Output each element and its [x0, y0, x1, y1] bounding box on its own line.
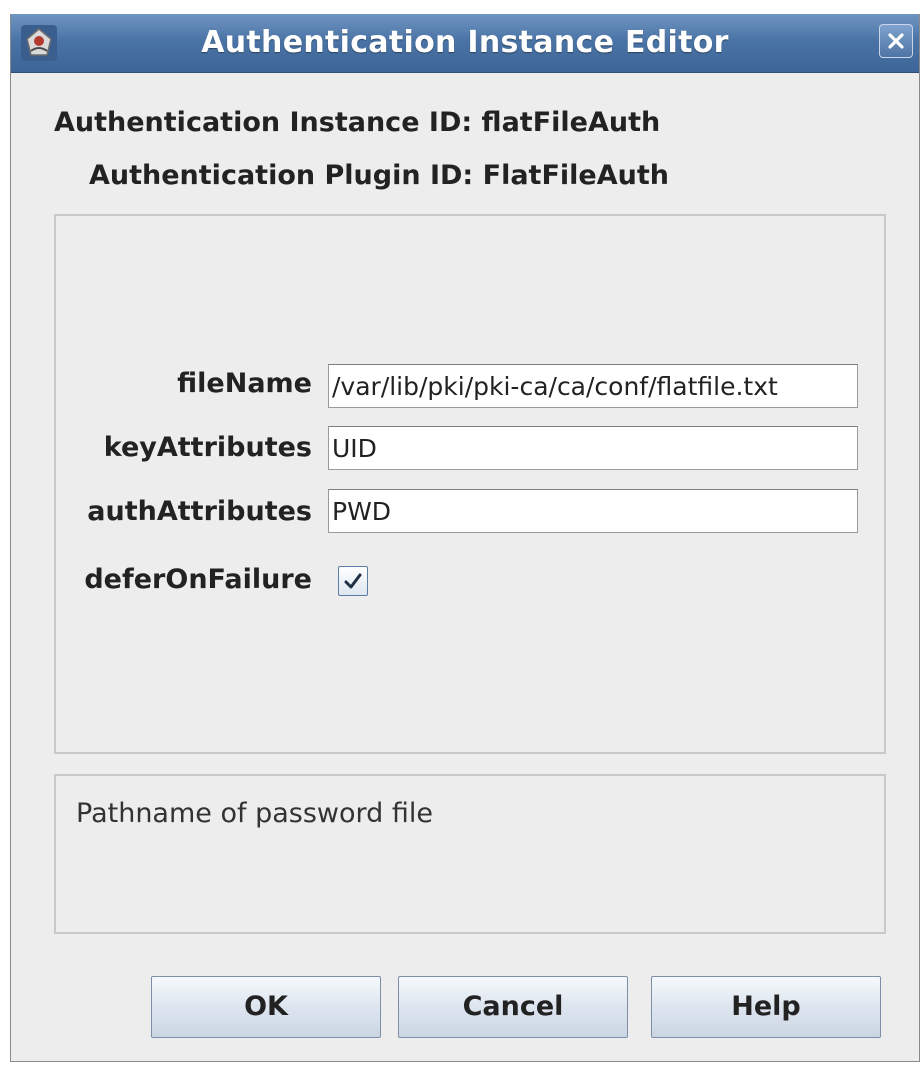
parameters-panel: fileName keyAttributes authAttributes de…: [54, 214, 886, 754]
instance-id-label: Authentication Instance ID: flatFileAuth: [54, 107, 661, 138]
plugin-id-label: Authentication Plugin ID: FlatFileAuth: [89, 160, 669, 191]
authentication-instance-editor-dialog: Authentication Instance Editor Authentic…: [10, 14, 920, 1062]
filename-input[interactable]: [328, 364, 858, 408]
help-button[interactable]: Help: [651, 976, 881, 1038]
authattributes-label: authAttributes: [87, 496, 312, 527]
filename-label: fileName: [177, 368, 312, 399]
java-duke-icon: [19, 23, 59, 63]
checkmark-icon: [344, 573, 362, 589]
deferonfailure-label: deferOnFailure: [84, 564, 312, 595]
keyattributes-label: keyAttributes: [103, 432, 312, 463]
description-text: Pathname of password file: [76, 798, 433, 829]
deferonfailure-checkbox[interactable]: [338, 566, 368, 596]
authattributes-input[interactable]: [328, 489, 858, 533]
window-title: Authentication Instance Editor: [201, 25, 729, 60]
cancel-button[interactable]: Cancel: [398, 976, 628, 1038]
keyattributes-input[interactable]: [328, 426, 858, 470]
close-button[interactable]: [879, 24, 913, 58]
description-panel: Pathname of password file: [54, 774, 886, 934]
ok-button[interactable]: OK: [151, 976, 381, 1038]
close-icon: [888, 33, 904, 49]
title-bar[interactable]: Authentication Instance Editor: [11, 14, 919, 73]
